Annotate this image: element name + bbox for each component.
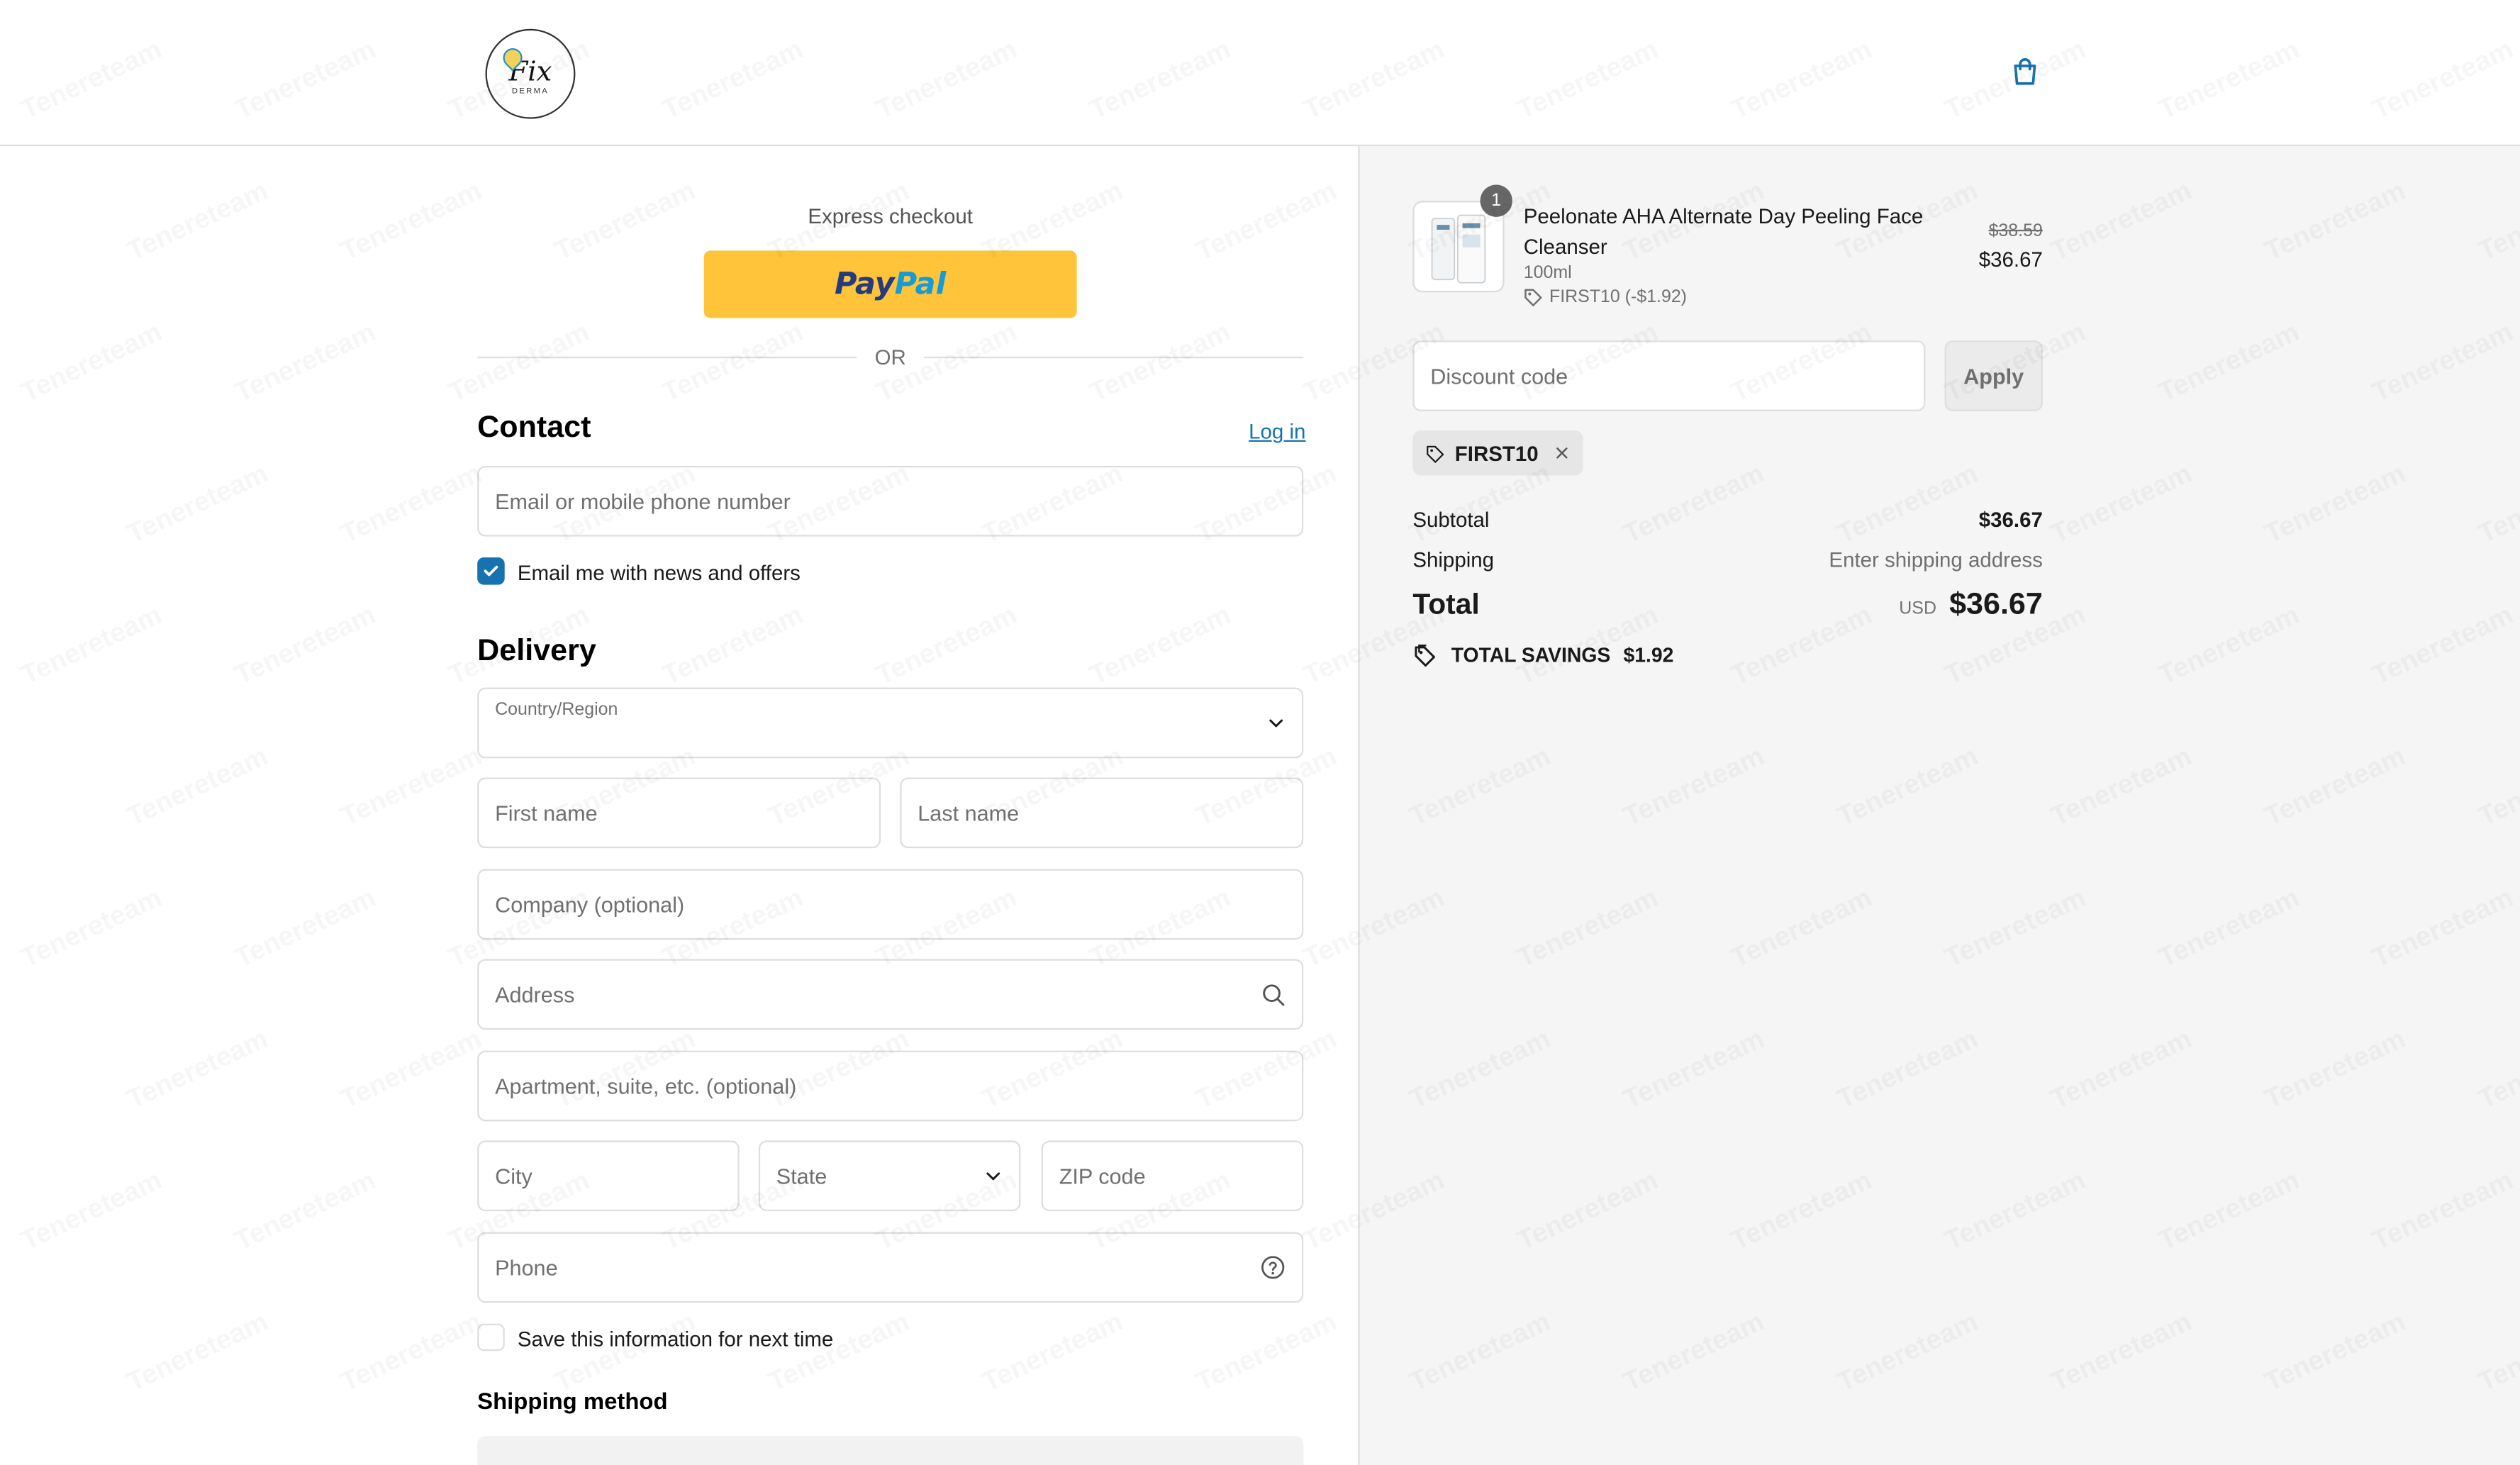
shipping-label: Shipping [1412, 547, 1495, 572]
close-icon[interactable] [1554, 443, 1570, 462]
store-logo[interactable]: Fix DERMA [485, 28, 576, 119]
news-label: Email me with news and offers [517, 560, 801, 585]
apartment-field[interactable]: Apartment, suite, etc. (optional) [477, 1050, 1304, 1122]
product-discount: FIRST10 (-$1.92) [1524, 288, 1687, 307]
logo-subtext: DERMA [511, 86, 550, 96]
tag-icon [1427, 445, 1444, 462]
country-label: Country/Region [495, 700, 618, 720]
city-field[interactable]: City [477, 1140, 740, 1212]
first-name-field[interactable]: First name [477, 777, 881, 849]
phone-field[interactable]: Phone [477, 1232, 1304, 1303]
product-discount-text: FIRST10 (-$1.92) [1549, 287, 1688, 307]
address-field[interactable]: Address [477, 959, 1304, 1030]
shipping-method-placeholder [477, 1436, 1304, 1465]
apartment-placeholder: Apartment, suite, etc. (optional) [495, 1074, 797, 1098]
zip-placeholder: ZIP code [1059, 1164, 1146, 1188]
city-placeholder: City [495, 1164, 533, 1188]
company-placeholder: Company (optional) [495, 892, 685, 917]
subtotal-label: Subtotal [1412, 507, 1490, 532]
shipping-value: Enter shipping address [1829, 547, 2043, 572]
total-row: Total USD $36.67 [1412, 588, 2043, 623]
tag-icon [1524, 289, 1542, 306]
shipping-row: Shipping Enter shipping address [1412, 548, 2043, 572]
login-link[interactable]: Log in [1249, 419, 1305, 443]
news-checkbox[interactable] [477, 557, 505, 585]
save-info-label: Save this information for next time [517, 1327, 834, 1352]
address-placeholder: Address [495, 982, 575, 1007]
total-value: $36.67 [1949, 588, 2043, 622]
email-placeholder: Email or mobile phone number [495, 489, 791, 513]
last-name-placeholder: Last name [918, 801, 1020, 825]
discount-code-placeholder: Discount code [1430, 364, 1568, 389]
checkmark-icon [484, 565, 498, 576]
paypal-logo-pay: Pay [835, 267, 895, 302]
last-name-field[interactable]: Last name [900, 777, 1304, 849]
save-info-checkbox[interactable] [477, 1323, 505, 1352]
phone-placeholder: Phone [495, 1255, 558, 1280]
delivery-heading: Delivery [477, 634, 596, 669]
discounted-price: $36.67 [1978, 247, 2043, 272]
contact-heading: Contact [477, 411, 591, 445]
checkout-header: Fix DERMA [0, 0, 2520, 147]
subtotal-value: $36.67 [1978, 507, 2043, 532]
zip-field[interactable]: ZIP code [1041, 1140, 1304, 1212]
total-savings: TOTAL SAVINGS $1.92 [1412, 642, 1673, 668]
express-checkout-title: Express checkout [808, 204, 973, 228]
paypal-button[interactable]: Pay Pal [703, 250, 1077, 318]
help-circle-icon[interactable] [1260, 1254, 1286, 1280]
search-icon [1263, 984, 1285, 1006]
or-divider: OR [477, 342, 1304, 372]
total-savings-value: $1.92 [1623, 644, 1674, 667]
apply-discount-button[interactable]: Apply [1944, 340, 2043, 411]
email-field[interactable]: Email or mobile phone number [477, 465, 1304, 537]
shipping-method-heading: Shipping method [477, 1389, 668, 1415]
company-field[interactable]: Company (optional) [477, 869, 1304, 940]
savings-tag-icon [1415, 644, 1435, 667]
total-label: Total [1412, 588, 1480, 620]
product-variant: 100ml [1523, 263, 1572, 283]
chevron-down-icon [986, 1172, 1000, 1181]
total-savings-label: TOTAL SAVINGS [1451, 644, 1611, 667]
applied-discount-chip: FIRST10 [1412, 430, 1583, 476]
quantity-badge: 1 [1480, 184, 1512, 217]
discount-chip-code: FIRST10 [1454, 440, 1539, 465]
original-price: $38.59 [1988, 221, 2043, 241]
paypal-logo-pal: Pal [894, 267, 947, 302]
first-name-placeholder: First name [495, 801, 598, 825]
product-name: Peelonate AHA Alternate Day Peeling Face… [1523, 204, 1924, 259]
state-select[interactable]: State [758, 1140, 1021, 1212]
discount-code-input[interactable]: Discount code [1412, 340, 1926, 411]
shopping-bag-icon[interactable] [2009, 56, 2041, 88]
country-select[interactable]: Country/Region [477, 687, 1304, 759]
subtotal-row: Subtotal $36.67 [1412, 508, 2043, 532]
currency-code: USD [1899, 598, 1936, 619]
state-placeholder: State [776, 1164, 827, 1188]
chevron-down-icon [1269, 719, 1283, 728]
or-text: OR [858, 345, 922, 370]
